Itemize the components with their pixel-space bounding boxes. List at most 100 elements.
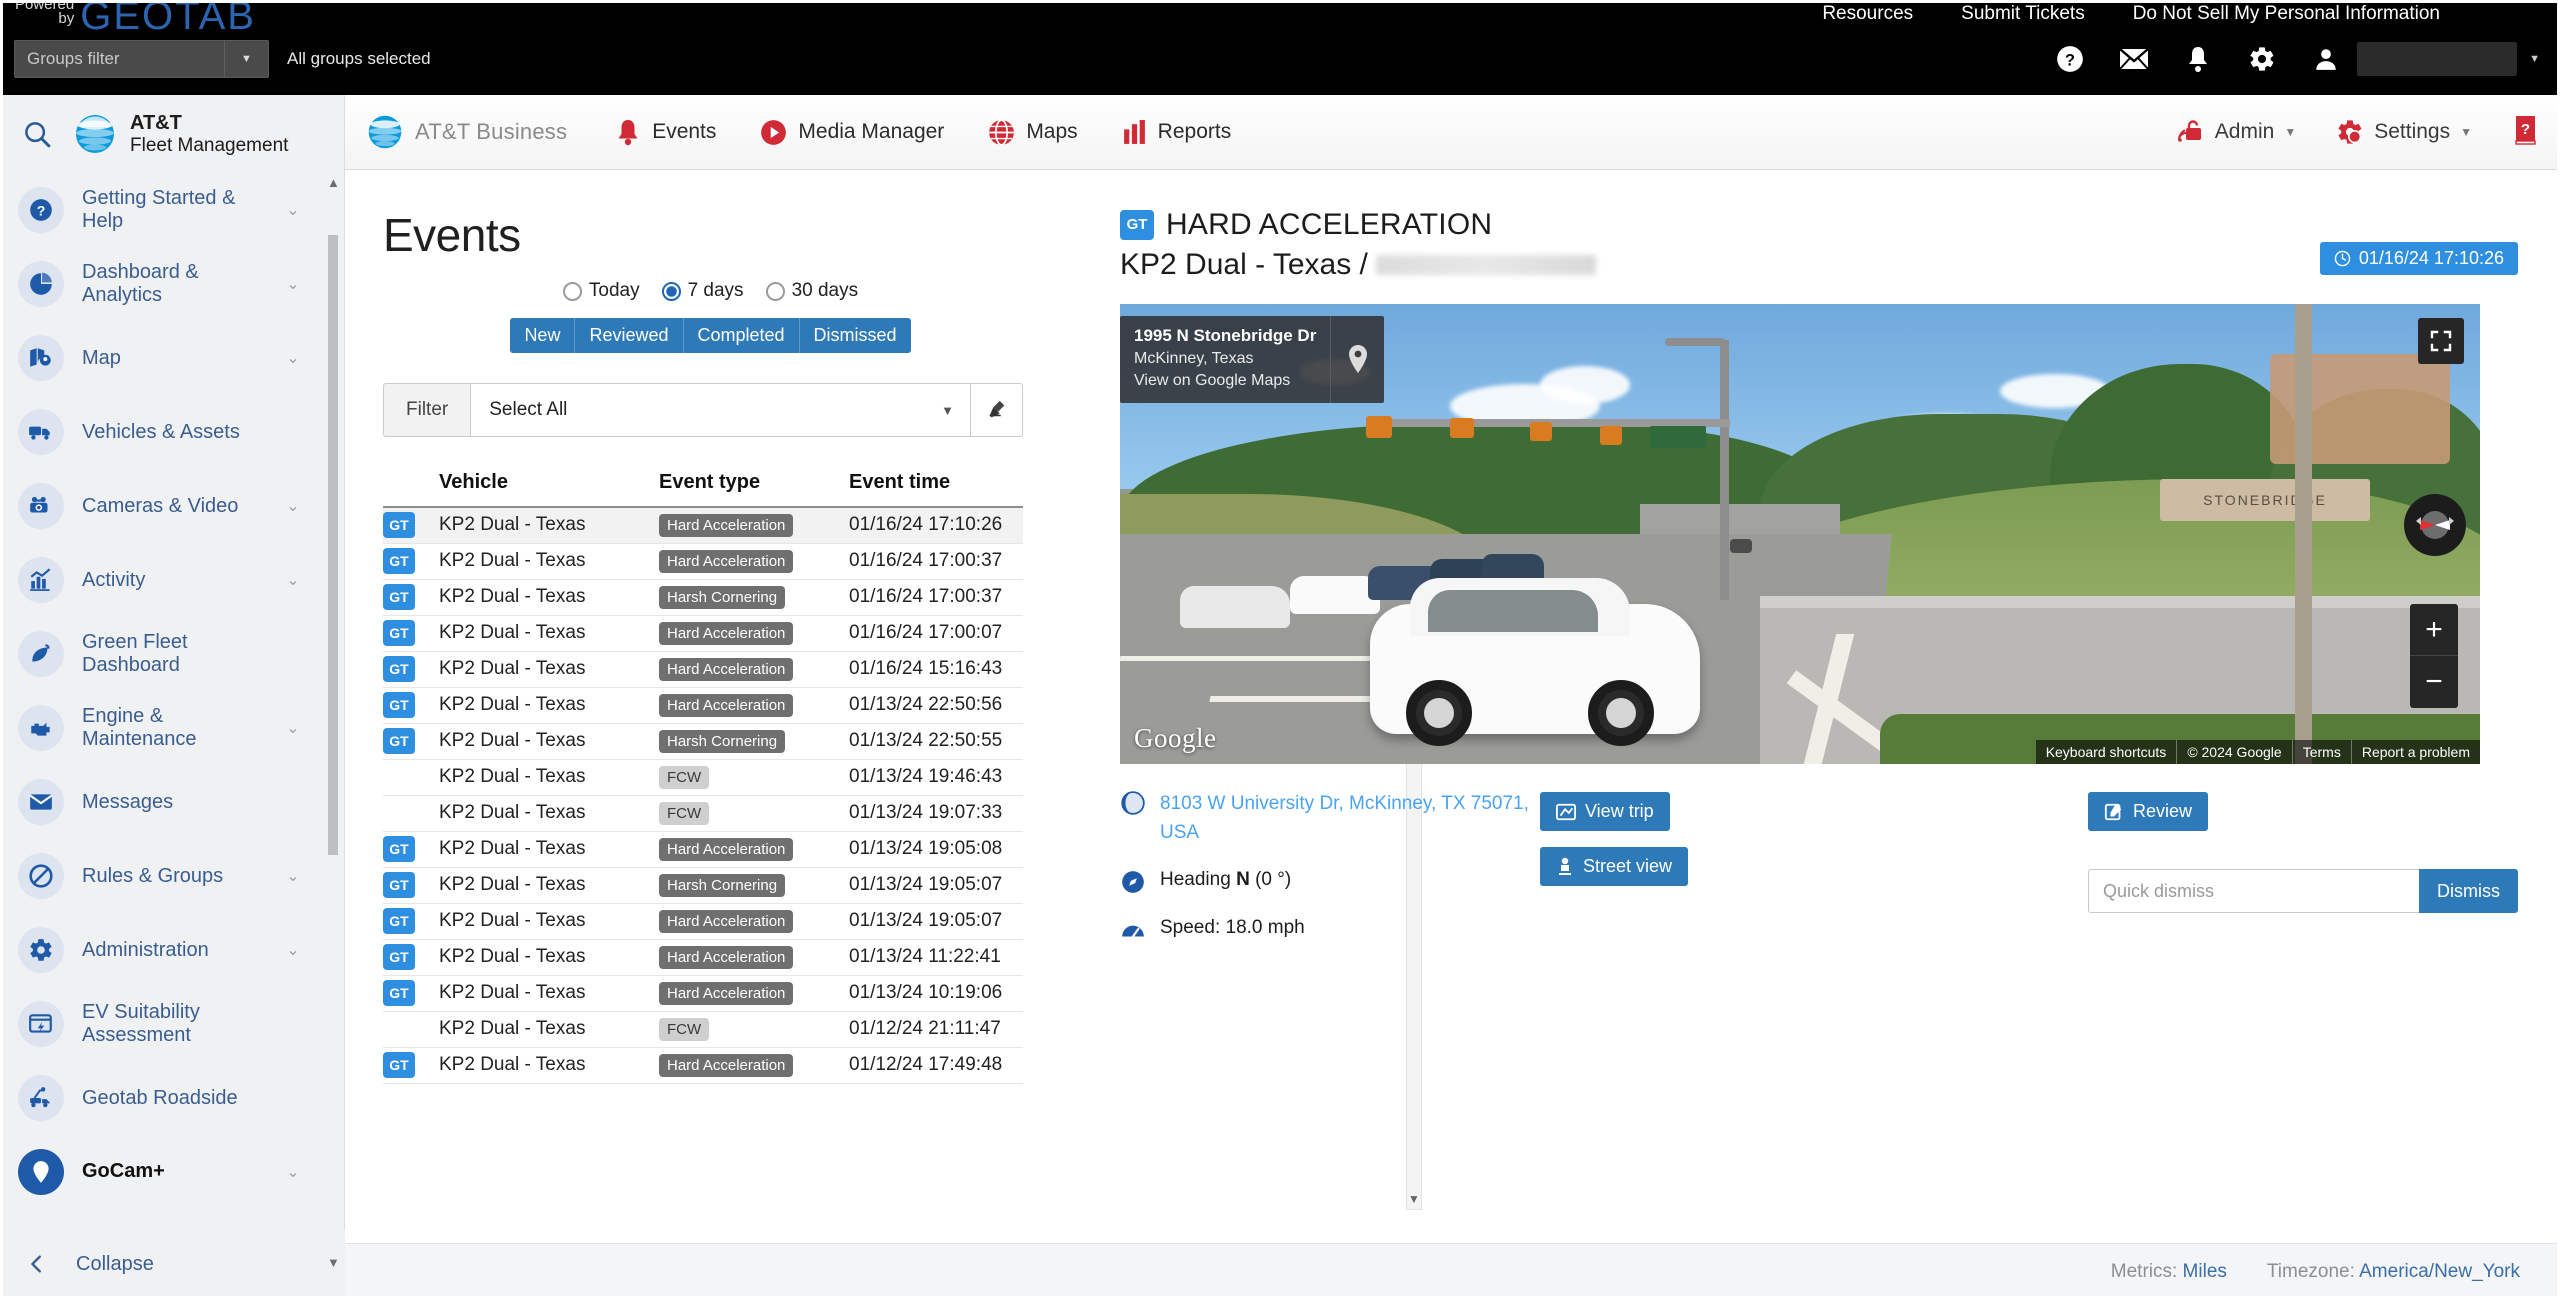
chevron-down-icon[interactable]: ⌄ [276, 200, 310, 220]
table-row[interactable]: GT KP2 Dual - Texas Hard Acceleration 01/13… [383, 903, 1023, 940]
table-row[interactable]: GT KP2 Dual - Texas Hard Acceleration 01/16… [383, 651, 1023, 688]
map-pin-icon[interactable] [1330, 316, 1384, 403]
table-row[interactable]: GT KP2 Dual - Texas Hard Acceleration 01/16… [383, 543, 1023, 580]
table-row[interactable]: GT KP2 Dual - Texas Harsh Cornering 01/13/2… [383, 867, 1023, 904]
user-icon[interactable] [2311, 44, 2341, 74]
sidebar-item-geotab-roadside[interactable]: Geotab Roadside [0, 1061, 344, 1135]
clear-filter-button[interactable] [971, 383, 1023, 437]
chevron-down-icon[interactable]: ⌄ [276, 348, 310, 368]
zoom-in-icon[interactable]: + [2410, 604, 2458, 656]
sidebar-item-gocam[interactable]: GoCam+ ⌄ [0, 1135, 344, 1208]
table-row[interactable]: GT KP2 Dual - Texas Harsh Cornering 01/16/2… [383, 579, 1023, 616]
sidebar-item-green-fleet-dashboard[interactable]: Green Fleet Dashboard [0, 617, 344, 691]
quick-dismiss-input[interactable] [2088, 869, 2419, 913]
sidebar-collapse-button[interactable]: Collapse [0, 1229, 345, 1299]
chevron-down-icon[interactable]: ⌄ [276, 866, 310, 886]
chevron-down-icon[interactable]: ▼ [2529, 53, 2540, 65]
detail-subtitle-row: KP2 Dual - Texas / 01/16/24 17:10:26 [1120, 242, 2518, 282]
status-tab-reviewed[interactable]: Reviewed [575, 318, 684, 353]
table-row[interactable]: GT KP2 Dual - Texas Hard Acceleration 01/16… [383, 507, 1023, 544]
sidebar-item-engine-maintenance[interactable]: Engine & Maintenance ⌄ [0, 691, 344, 765]
gear-icon[interactable] [2247, 44, 2277, 74]
mail-icon[interactable] [2119, 44, 2149, 74]
report-problem-link[interactable]: Report a problem [2350, 740, 2480, 764]
dismiss-button[interactable]: Dismiss [2419, 869, 2518, 913]
sidebar-item-activity[interactable]: Activity ⌄ [0, 543, 344, 617]
sidebar-item-getting-started-help[interactable]: ? Getting Started & Help ⌄ [0, 173, 344, 247]
timezone-value[interactable]: America/New_York [2359, 1261, 2520, 1282]
chevron-down-icon[interactable]: ⌄ [276, 570, 310, 590]
event-address[interactable]: 8103 W University Dr, McKinney, TX 75071… [1160, 790, 1540, 847]
chevron-down-icon[interactable]: ⌄ [276, 940, 310, 960]
status-tab-completed[interactable]: Completed [683, 318, 800, 353]
keyboard-shortcuts-link[interactable]: Keyboard shortcuts [2036, 740, 2177, 764]
groups-filter-control[interactable]: Groups filter ▼ [14, 40, 269, 78]
search-icon[interactable] [22, 119, 52, 149]
link-do-not-sell[interactable]: Do Not Sell My Personal Information [2133, 3, 2440, 25]
metrics-value[interactable]: Miles [2183, 1261, 2227, 1282]
nav-item-maps[interactable]: Maps [988, 118, 1078, 146]
sidebar-scrollbar[interactable]: ▲ ▼ [326, 175, 340, 1270]
status-tab-dismissed[interactable]: Dismissed [799, 318, 911, 353]
col-event-type: Event type [659, 471, 849, 508]
review-button[interactable]: Review [2088, 792, 2209, 831]
range-radio-7-days[interactable]: 7 days [661, 280, 744, 302]
nav-item-media-manager[interactable]: Media Manager [760, 119, 944, 146]
chevron-down-icon[interactable]: ▼ [224, 41, 268, 77]
chevron-down-icon[interactable]: ▼ [2284, 125, 2296, 139]
nav-item-reports[interactable]: Reports [1122, 119, 1231, 146]
chevron-down-icon[interactable]: ▼ [941, 403, 954, 418]
streetview-zoom-controls[interactable]: + − [2410, 604, 2458, 708]
sidebar-item-administration[interactable]: Administration ⌄ [0, 913, 344, 987]
row-event-time-cell: 01/16/24 17:10:26 [849, 507, 1023, 544]
view-trip-button[interactable]: View trip [1540, 792, 1670, 831]
range-radio-30-days[interactable]: 30 days [765, 280, 858, 302]
event-type-tag: FCW [659, 801, 710, 825]
status-tab-new[interactable]: New [510, 318, 576, 353]
sidebar-collapse-label: Collapse [76, 1252, 154, 1275]
chevron-down-icon[interactable]: ⌄ [276, 1162, 310, 1182]
table-row[interactable]: GT KP2 Dual - Texas Harsh Cornering 01/13/2… [383, 723, 1023, 760]
table-row[interactable]: KP2 Dual - Texas FCW 01/13/24 19:46:43 [383, 759, 1023, 796]
sidebar-item-rules-groups[interactable]: Rules & Groups ⌄ [0, 839, 344, 913]
table-row[interactable]: GT KP2 Dual - Texas Hard Acceleration 01/16… [383, 615, 1023, 652]
sidebar-item-messages[interactable]: Messages [0, 765, 344, 839]
chevron-down-icon[interactable]: ▼ [2460, 125, 2472, 139]
ev-report-icon-wrapper [18, 1001, 64, 1047]
table-row[interactable]: KP2 Dual - Texas FCW 01/13/24 19:07:33 [383, 795, 1023, 832]
link-submit-tickets[interactable]: Submit Tickets [1961, 3, 2085, 25]
streetview-address-card[interactable]: 1995 N Stonebridge Dr McKinney, Texas Vi… [1120, 316, 1385, 403]
table-row[interactable]: GT KP2 Dual - Texas Hard Acceleration 01/13… [383, 831, 1023, 868]
nav-item-events[interactable]: Events [615, 118, 716, 146]
table-row[interactable]: GT KP2 Dual - Texas Hard Acceleration 01/13… [383, 687, 1023, 724]
sidebar-item-dashboard-analytics[interactable]: Dashboard & Analytics ⌄ [0, 247, 344, 321]
zoom-out-icon[interactable]: − [2410, 656, 2458, 708]
sidebar-item-ev-suitability-assessment[interactable]: EV Suitability Assessment [0, 987, 344, 1061]
street-view-button[interactable]: Street view [1540, 847, 1689, 886]
bell-icon[interactable] [2183, 44, 2213, 74]
range-radio-today[interactable]: Today [562, 280, 640, 302]
row-badge-cell [383, 759, 439, 796]
fullscreen-icon[interactable] [2418, 318, 2464, 364]
sidebar-item-map[interactable]: Map ⌄ [0, 321, 344, 395]
street-view-panel[interactable]: STONEBRIDGE 1995 N Stonebridge Dr McKinn… [1120, 304, 2480, 764]
nav-item-settings[interactable]: Settings ▼ [2336, 118, 2472, 146]
sidebar-item-vehicles-assets[interactable]: Vehicles & Assets [0, 395, 344, 469]
table-row[interactable]: GT KP2 Dual - Texas Hard Acceleration 01/13… [383, 975, 1023, 1012]
help-icon[interactable]: ? [2055, 44, 2085, 74]
chevron-down-icon[interactable]: ⌄ [276, 496, 310, 516]
table-row[interactable]: KP2 Dual - Texas FCW 01/12/24 21:11:47 [383, 1011, 1023, 1048]
filter-select[interactable]: Select All ▼ [470, 383, 971, 437]
chevron-down-icon[interactable]: ⌄ [276, 274, 310, 294]
nav-item-admin[interactable]: Admin ▼ [2177, 119, 2296, 145]
sidebar-item-cameras-video[interactable]: Cameras & Video ⌄ [0, 469, 344, 543]
table-row[interactable]: GT KP2 Dual - Texas Hard Acceleration 01/12… [383, 1047, 1023, 1084]
link-resources[interactable]: Resources [1822, 3, 1913, 25]
table-row[interactable]: GT KP2 Dual - Texas Hard Acceleration 01/13… [383, 939, 1023, 976]
chevron-down-icon[interactable]: ⌄ [276, 718, 310, 738]
help-book-icon[interactable]: ? [2512, 115, 2538, 150]
terms-link[interactable]: Terms [2291, 740, 2351, 764]
view-on-google-maps-link[interactable]: View on Google Maps [1134, 370, 1316, 392]
user-name-field[interactable] [2357, 42, 2518, 76]
compass-icon[interactable] [2404, 494, 2466, 556]
